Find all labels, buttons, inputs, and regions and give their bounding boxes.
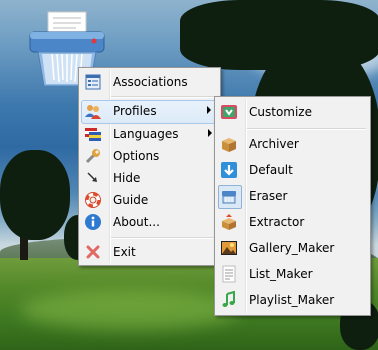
menu-item-languages[interactable]: Languages	[81, 123, 218, 145]
menu-item-hide[interactable]: Hide	[81, 167, 218, 189]
main-context-menu: Associations Profiles Languages Options …	[78, 67, 221, 266]
menu-item-associations[interactable]: Associations	[81, 71, 218, 93]
archiver-box-icon	[220, 135, 238, 153]
menu-item-options[interactable]: Options	[81, 145, 218, 167]
list-document-icon	[220, 265, 238, 283]
submenu-arrow-icon	[208, 129, 212, 137]
default-arrow-icon	[220, 161, 238, 179]
menu-item-profiles[interactable]: Profiles	[81, 100, 218, 124]
submenu-arrow-icon	[207, 106, 211, 114]
associations-icon	[84, 73, 102, 91]
music-note-icon	[220, 291, 238, 309]
menu-item-label: Exit	[113, 245, 136, 259]
menu-item-label: Profiles	[113, 104, 157, 118]
menu-separator	[111, 237, 216, 239]
submenu-item-label: Eraser	[249, 189, 288, 203]
menu-item-about[interactable]: About...	[81, 211, 218, 233]
languages-flag-icon	[84, 125, 102, 143]
tree-canopy	[0, 150, 70, 240]
menu-separator	[247, 128, 366, 130]
submenu-item-label: Extractor	[249, 215, 305, 229]
submenu-item-extractor[interactable]: Extractor	[217, 211, 368, 233]
menu-item-label: Guide	[113, 193, 149, 207]
menu-separator	[111, 96, 216, 98]
submenu-item-eraser[interactable]: Eraser	[217, 185, 368, 209]
submenu-item-default[interactable]: Default	[217, 159, 368, 181]
profiles-icon	[84, 102, 102, 120]
grass-highlight	[20, 290, 240, 330]
eraser-icon	[220, 187, 238, 205]
submenu-item-gallery-maker[interactable]: Gallery_Maker	[217, 237, 368, 259]
customize-icon	[220, 103, 238, 121]
submenu-item-list-maker[interactable]: List_Maker	[217, 263, 368, 285]
submenu-item-label: Gallery_Maker	[249, 241, 335, 255]
hide-arrow-icon	[84, 169, 102, 187]
submenu-item-label: Customize	[249, 105, 312, 119]
wrench-icon	[84, 147, 102, 165]
menu-item-guide[interactable]: Guide	[81, 189, 218, 211]
lifebuoy-icon	[84, 191, 102, 209]
menu-item-label: Hide	[113, 171, 141, 185]
info-icon	[84, 213, 102, 231]
submenu-item-customize[interactable]: Customize	[217, 101, 368, 123]
submenu-item-label: List_Maker	[249, 267, 313, 281]
submenu-item-playlist-maker[interactable]: Playlist_Maker	[217, 289, 368, 311]
submenu-item-archiver[interactable]: Archiver	[217, 133, 368, 155]
gallery-picture-icon	[220, 239, 238, 257]
exit-x-icon	[84, 243, 102, 261]
profiles-submenu: Customize Archiver Default Eraser Extrac…	[214, 96, 371, 316]
submenu-item-label: Archiver	[249, 137, 299, 151]
menu-item-exit[interactable]: Exit	[81, 241, 218, 263]
menu-item-label: About...	[113, 215, 160, 229]
menu-item-label: Options	[113, 149, 160, 163]
extractor-box-icon	[220, 213, 238, 231]
menu-item-label: Associations	[113, 75, 188, 89]
submenu-item-label: Default	[249, 163, 293, 177]
menu-item-label: Languages	[113, 127, 179, 141]
submenu-item-label: Playlist_Maker	[249, 293, 335, 307]
